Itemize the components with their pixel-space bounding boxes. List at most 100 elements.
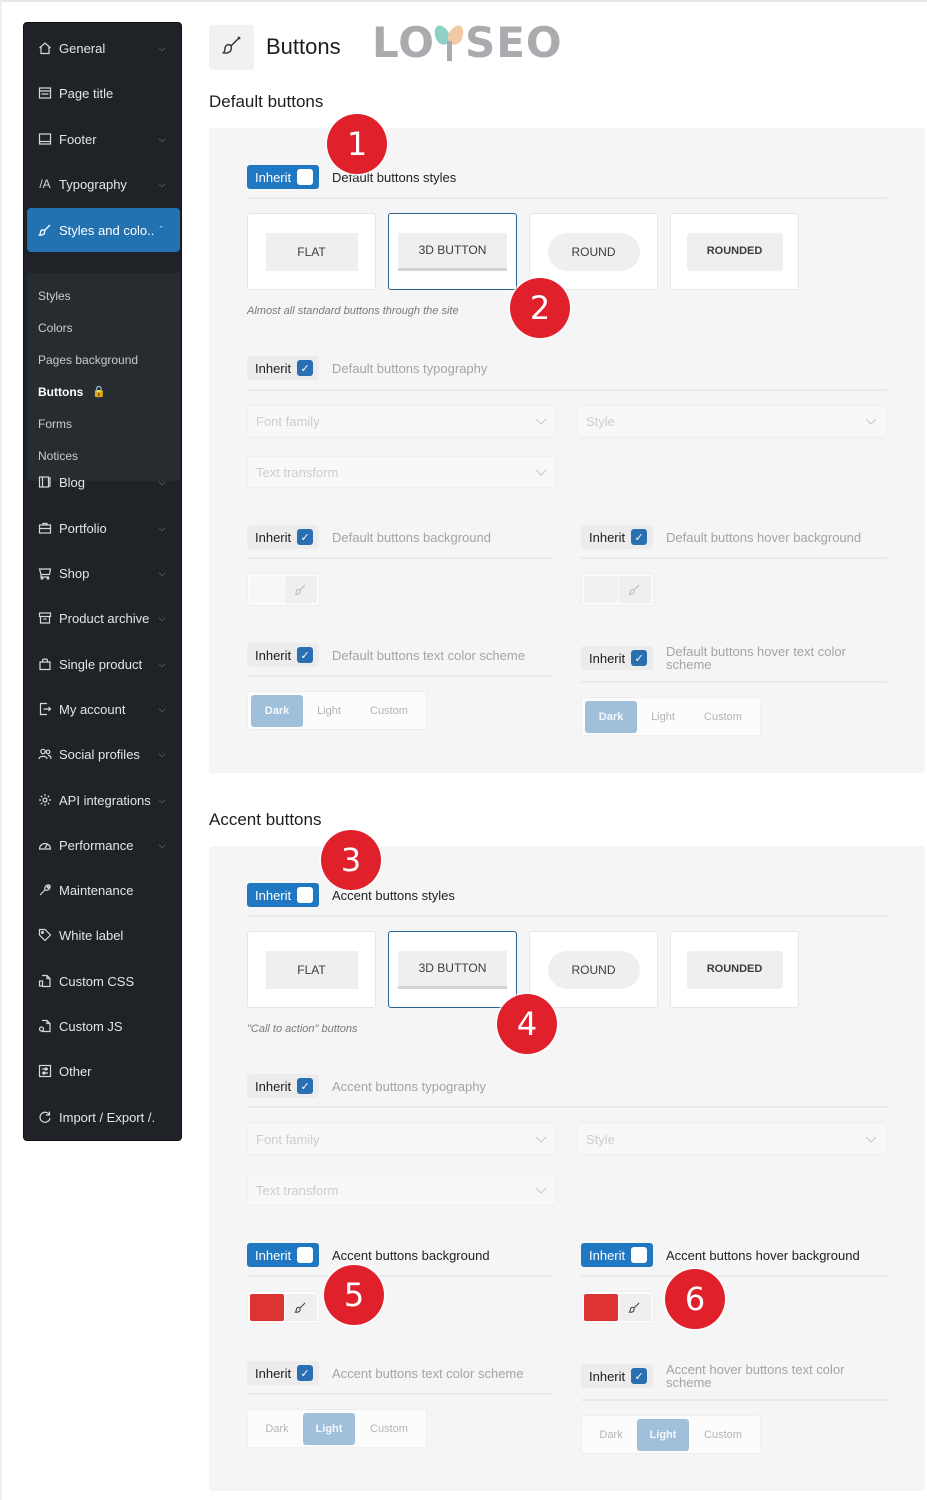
- style-card-3d-button[interactable]: 3D BUTTON: [388, 213, 517, 290]
- scheme-option-dark[interactable]: Dark: [251, 1413, 303, 1445]
- sidebar-item-maintenance[interactable]: Maintenance: [24, 870, 181, 910]
- accent-font-family-select[interactable]: Font family: [247, 1123, 557, 1155]
- sidebar-item-import-export[interactable]: Import / Export /...: [24, 1097, 181, 1137]
- chevron-down-icon[interactable]: ⌵: [156, 704, 168, 715]
- accent-hover-background-inherit-toggle[interactable]: Inherit: [581, 1243, 654, 1267]
- checkbox-checked-icon[interactable]: ✓: [297, 1078, 314, 1094]
- chevron-down-icon[interactable]: ⌵: [156, 134, 168, 145]
- default-background-inherit-toggle[interactable]: Inherit ✓: [247, 525, 320, 549]
- eyedropper-icon[interactable]: [618, 576, 651, 603]
- color-swatch[interactable]: [250, 576, 284, 603]
- sidebar-item-shop[interactable]: Shop ⌵: [24, 553, 181, 593]
- eyedropper-icon[interactable]: [618, 1294, 651, 1321]
- checkbox-checked-icon[interactable]: ✓: [631, 650, 648, 666]
- checkbox-unchecked[interactable]: [297, 169, 314, 185]
- subitem-colors[interactable]: Colors: [38, 318, 73, 338]
- scheme-option-dark[interactable]: Dark: [251, 694, 303, 727]
- subitem-buttons[interactable]: Buttons 🔒: [38, 382, 106, 402]
- accent-text-transform-select[interactable]: Text transform: [247, 1174, 557, 1206]
- chevron-down-icon[interactable]: ⌵: [156, 749, 168, 760]
- accent-background-color-picker[interactable]: [247, 1291, 320, 1324]
- style-card-flat[interactable]: FLAT: [247, 213, 376, 290]
- sidebar-item-single-product[interactable]: Single product ⌵: [24, 644, 181, 684]
- checkbox-checked-icon[interactable]: ✓: [297, 529, 314, 545]
- sidebar-item-api-integrations[interactable]: API integrations ⌵: [24, 780, 181, 820]
- default-styles-inherit-toggle[interactable]: Inherit: [247, 165, 320, 189]
- scheme-option-custom[interactable]: Custom: [355, 695, 423, 727]
- scheme-option-light[interactable]: Light: [303, 1412, 355, 1445]
- checkbox-checked-icon[interactable]: ✓: [631, 1368, 648, 1384]
- scheme-option-light[interactable]: Light: [637, 701, 689, 733]
- scheme-option-custom[interactable]: Custom: [355, 1413, 423, 1445]
- sidebar-item-performance[interactable]: Performance ⌵: [24, 825, 181, 865]
- scheme-option-dark[interactable]: Dark: [585, 1419, 637, 1451]
- default-text-transform-select[interactable]: Text transform: [247, 456, 557, 488]
- sidebar-item-typography[interactable]: /A Typography ⌵: [24, 164, 181, 204]
- accent-hover-text-scheme-inherit-toggle[interactable]: Inherit ✓: [581, 1364, 654, 1388]
- default-font-family-select[interactable]: Font family: [247, 405, 557, 437]
- style-card-rounded[interactable]: ROUNDED: [670, 213, 799, 290]
- chevron-down-icon[interactable]: ⌵: [156, 477, 168, 488]
- eyedropper-icon[interactable]: [284, 576, 317, 603]
- checkbox-unchecked[interactable]: [297, 887, 314, 903]
- color-swatch[interactable]: [584, 1294, 618, 1321]
- sidebar-item-custom-css[interactable]: Custom CSS: [24, 961, 181, 1001]
- accent-text-scheme-inherit-toggle[interactable]: Inherit ✓: [247, 1361, 320, 1385]
- sidebar-item-other[interactable]: Other: [24, 1051, 181, 1091]
- default-typography-inherit-toggle[interactable]: Inherit ✓: [247, 356, 320, 380]
- style-card-rounded[interactable]: ROUNDED: [670, 931, 799, 1008]
- scheme-option-light[interactable]: Light: [637, 1418, 689, 1451]
- checkbox-unchecked[interactable]: [631, 1247, 648, 1263]
- checkbox-checked-icon[interactable]: ✓: [297, 647, 314, 663]
- color-swatch[interactable]: [584, 576, 618, 603]
- default-style-select[interactable]: Style: [577, 405, 887, 437]
- accent-styles-inherit-toggle[interactable]: Inherit: [247, 883, 320, 907]
- default-text-scheme-inherit-toggle[interactable]: Inherit ✓: [247, 643, 320, 667]
- sidebar-item-portfolio[interactable]: Portfolio ⌵: [24, 508, 181, 548]
- subitem-pages-background[interactable]: Pages background: [38, 350, 138, 370]
- checkbox-checked-icon[interactable]: ✓: [297, 1365, 314, 1381]
- chevron-down-icon[interactable]: ⌵: [156, 179, 168, 190]
- scheme-option-custom[interactable]: Custom: [689, 1419, 757, 1451]
- eyedropper-icon[interactable]: [284, 1294, 317, 1321]
- sidebar-item-blog[interactable]: Blog ⌵: [24, 462, 181, 502]
- sidebar-item-custom-js[interactable]: Custom JS: [24, 1006, 181, 1046]
- default-hover-text-scheme-inherit-toggle[interactable]: Inherit ✓: [581, 646, 654, 670]
- checkbox-unchecked[interactable]: [297, 1247, 314, 1263]
- scheme-option-light[interactable]: Light: [303, 695, 355, 727]
- sidebar-item-product-archive[interactable]: Product archive ⌵: [24, 598, 181, 638]
- chevron-down-icon[interactable]: ⌵: [156, 795, 168, 806]
- chevron-down-icon[interactable]: ⌵: [156, 659, 168, 670]
- chevron-down-icon[interactable]: ⌵: [156, 840, 168, 851]
- accent-background-inherit-toggle[interactable]: Inherit: [247, 1243, 320, 1267]
- checkbox-checked-icon[interactable]: ✓: [297, 360, 314, 376]
- accent-hover-background-color-picker[interactable]: [581, 1291, 654, 1324]
- chevron-down-icon[interactable]: ⌵: [156, 43, 168, 54]
- scheme-option-custom[interactable]: Custom: [689, 701, 757, 733]
- subitem-styles[interactable]: Styles: [38, 286, 71, 306]
- default-hover-background-inherit-toggle[interactable]: Inherit ✓: [581, 525, 654, 549]
- chevron-down-icon[interactable]: ⌵: [156, 523, 168, 534]
- color-swatch[interactable]: [250, 1294, 284, 1321]
- sidebar-item-social-profiles[interactable]: Social profiles ⌵: [24, 734, 181, 774]
- sidebar-item-white-label[interactable]: White label: [24, 915, 181, 955]
- subitem-forms[interactable]: Forms: [38, 414, 72, 434]
- sidebar-item-styles-and-colors[interactable]: Styles and colo... ˆ: [27, 208, 180, 252]
- default-hover-background-color-picker[interactable]: [581, 573, 654, 606]
- style-card-round[interactable]: ROUND: [529, 931, 658, 1008]
- style-card-3d-button[interactable]: 3D BUTTON: [388, 931, 517, 1008]
- chevron-up-icon[interactable]: ˆ: [155, 225, 167, 235]
- checkbox-checked-icon[interactable]: ✓: [631, 529, 648, 545]
- default-background-color-picker[interactable]: [247, 573, 320, 606]
- chevron-down-icon: [865, 415, 877, 430]
- sidebar-item-page-title[interactable]: Page title: [24, 73, 181, 113]
- accent-style-select[interactable]: Style: [577, 1123, 887, 1155]
- accent-typography-inherit-toggle[interactable]: Inherit ✓: [247, 1074, 320, 1098]
- sidebar-item-footer[interactable]: Footer ⌵: [24, 119, 181, 159]
- sidebar-item-general[interactable]: General ⌵: [24, 28, 181, 68]
- style-card-flat[interactable]: FLAT: [247, 931, 376, 1008]
- scheme-option-dark[interactable]: Dark: [585, 700, 637, 733]
- chevron-down-icon[interactable]: ⌵: [156, 568, 168, 579]
- sidebar-item-my-account[interactable]: My account ⌵: [24, 689, 181, 729]
- chevron-down-icon[interactable]: ⌵: [156, 613, 168, 624]
